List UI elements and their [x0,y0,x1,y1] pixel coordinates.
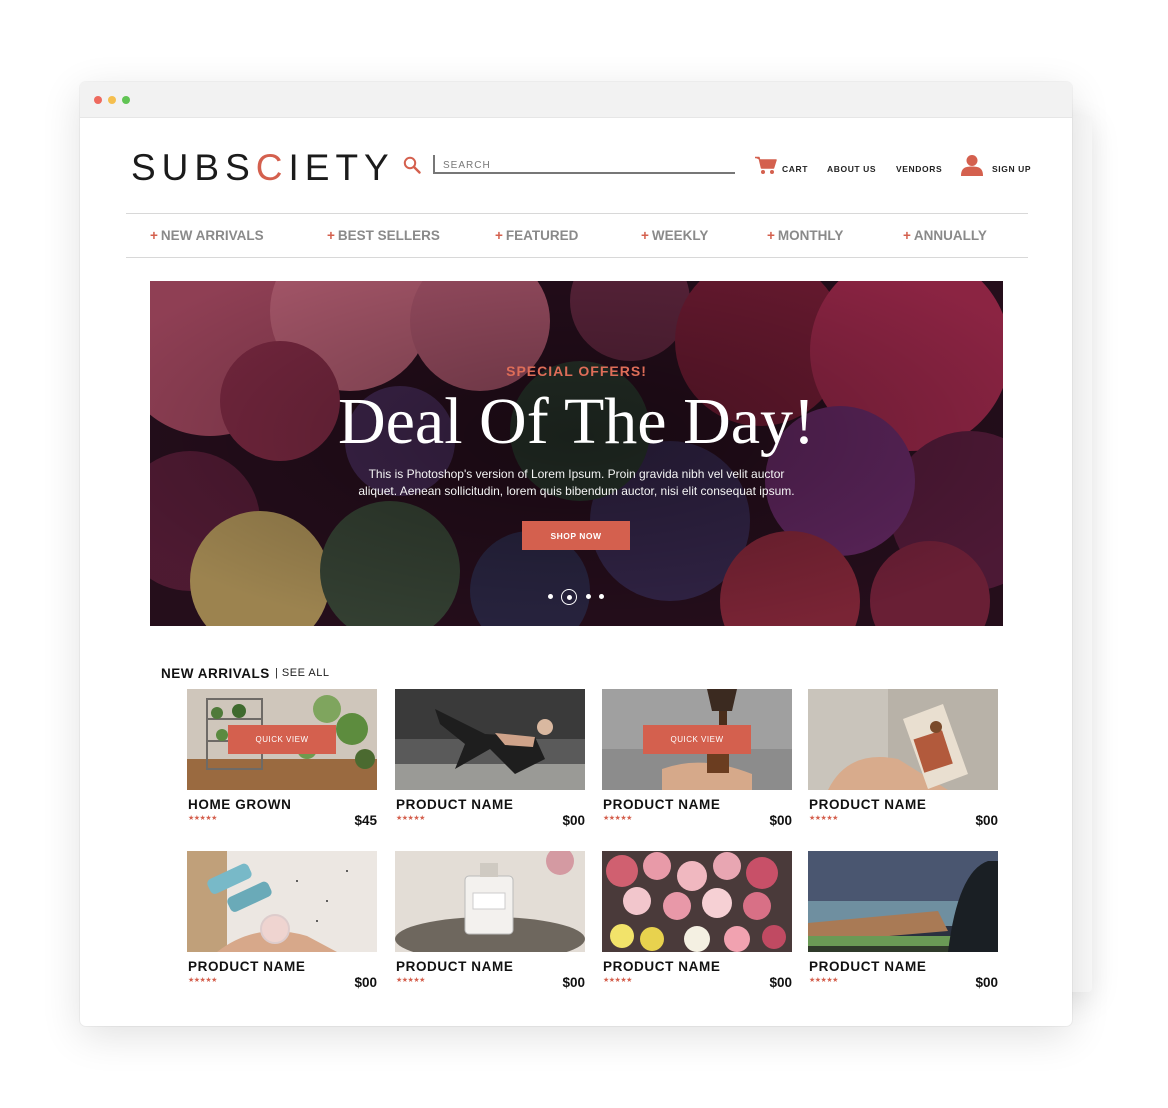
product-image[interactable] [808,851,998,952]
product-price: $00 [975,975,998,990]
product-image[interactable] [395,689,585,790]
rating-stars: ★★★★★ [188,977,217,984]
user-icon[interactable] [961,154,983,176]
nav-featured[interactable]: + FEATURED [495,228,578,243]
product-card[interactable]: QUICK VIEW HOME GROWN ★★★★★ $45 [187,689,377,828]
sign-up-link[interactable]: SIGN UP [992,164,1031,174]
product-image[interactable] [808,689,998,790]
product-card[interactable]: PRODUCT NAME ★★★★★ $00 [808,689,998,828]
product-card[interactable]: PRODUCT NAME ★★★★★ $00 [395,851,585,990]
rating-stars: ★★★★★ [809,977,838,984]
nav-best-sellers[interactable]: + BEST SELLERS [327,228,440,243]
product-name[interactable]: PRODUCT NAME [809,797,926,812]
nav-weekly[interactable]: + WEEKLY [641,228,708,243]
product-name[interactable]: PRODUCT NAME [188,959,305,974]
vendors-link[interactable]: VENDORS [896,164,942,174]
about-us-link[interactable]: ABOUT US [827,164,876,174]
product-image[interactable]: QUICK VIEW [602,689,792,790]
product-price: $00 [975,813,998,828]
product-name[interactable]: PRODUCT NAME [809,959,926,974]
product-card[interactable]: QUICK VIEW PRODUCT NAME ★★★★★ $00 [602,689,792,828]
rating-stars: ★★★★★ [603,815,632,822]
nav-annually[interactable]: + ANNUALLY [903,228,987,243]
carousel-dot-2[interactable] [561,589,577,605]
nav-monthly[interactable]: + MONTHLY [767,228,843,243]
product-price: $00 [562,975,585,990]
logo[interactable]: SUBSCIETY [131,148,395,188]
rating-stars: ★★★★★ [603,977,632,984]
carousel-dots [544,587,608,607]
search-icon[interactable] [403,156,421,174]
hero-banner: SPECIAL OFFERS! Deal Of The Day! This is… [150,281,1003,626]
product-card[interactable]: PRODUCT NAME ★★★★★ $00 [602,851,792,990]
nav-new-arrivals[interactable]: + NEW ARRIVALS [150,228,264,243]
product-card[interactable]: PRODUCT NAME ★★★★★ $00 [187,851,377,990]
product-image[interactable]: QUICK VIEW [187,689,377,790]
quick-view-button[interactable]: QUICK VIEW [643,725,751,754]
rating-stars: ★★★★★ [188,815,217,822]
cart-icon[interactable] [755,156,777,175]
browser-window: SUBSCIETY CART ABOUT US VENDORS SIGN UP … [80,82,1072,1026]
maximize-dot[interactable] [122,96,130,104]
hero-title: Deal Of The Day! [337,385,816,458]
carousel-dot-4[interactable] [599,594,604,599]
quick-view-button[interactable]: QUICK VIEW [228,725,336,754]
product-name[interactable]: PRODUCT NAME [396,959,513,974]
product-price: $00 [769,813,792,828]
product-image[interactable] [395,851,585,952]
product-price: $45 [354,813,377,828]
carousel-dot-3[interactable] [586,594,591,599]
hero-eyebrow: SPECIAL OFFERS! [506,363,647,379]
product-price: $00 [354,975,377,990]
search-input[interactable] [435,158,723,173]
section-title: NEW ARRIVALS [161,666,270,681]
product-price: $00 [769,975,792,990]
carousel-dot-1[interactable] [548,594,553,599]
product-name[interactable]: PRODUCT NAME [603,959,720,974]
product-name[interactable]: PRODUCT NAME [396,797,513,812]
search-field[interactable] [433,155,735,174]
rating-stars: ★★★★★ [396,815,425,822]
product-image[interactable] [602,851,792,952]
product-image[interactable] [187,851,377,952]
product-price: $00 [562,813,585,828]
cart-link[interactable]: CART [782,164,808,174]
minimize-dot[interactable] [108,96,116,104]
product-card[interactable]: PRODUCT NAME ★★★★★ $00 [395,689,585,828]
rating-stars: ★★★★★ [809,815,838,822]
title-bar [80,82,1072,118]
product-name[interactable]: HOME GROWN [188,797,292,812]
shop-now-button[interactable]: SHOP NOW [522,521,630,550]
product-name[interactable]: PRODUCT NAME [603,797,720,812]
close-dot[interactable] [94,96,102,104]
rating-stars: ★★★★★ [396,977,425,984]
category-nav: + NEW ARRIVALS + BEST SELLERS + FEATURED + W… [126,213,1028,258]
hero-copy: This is Photoshop's version of Lorem Ips… [358,467,795,498]
see-all-link[interactable]: | SEE ALL [275,667,329,679]
product-card[interactable]: PRODUCT NAME ★★★★★ $00 [808,851,998,990]
